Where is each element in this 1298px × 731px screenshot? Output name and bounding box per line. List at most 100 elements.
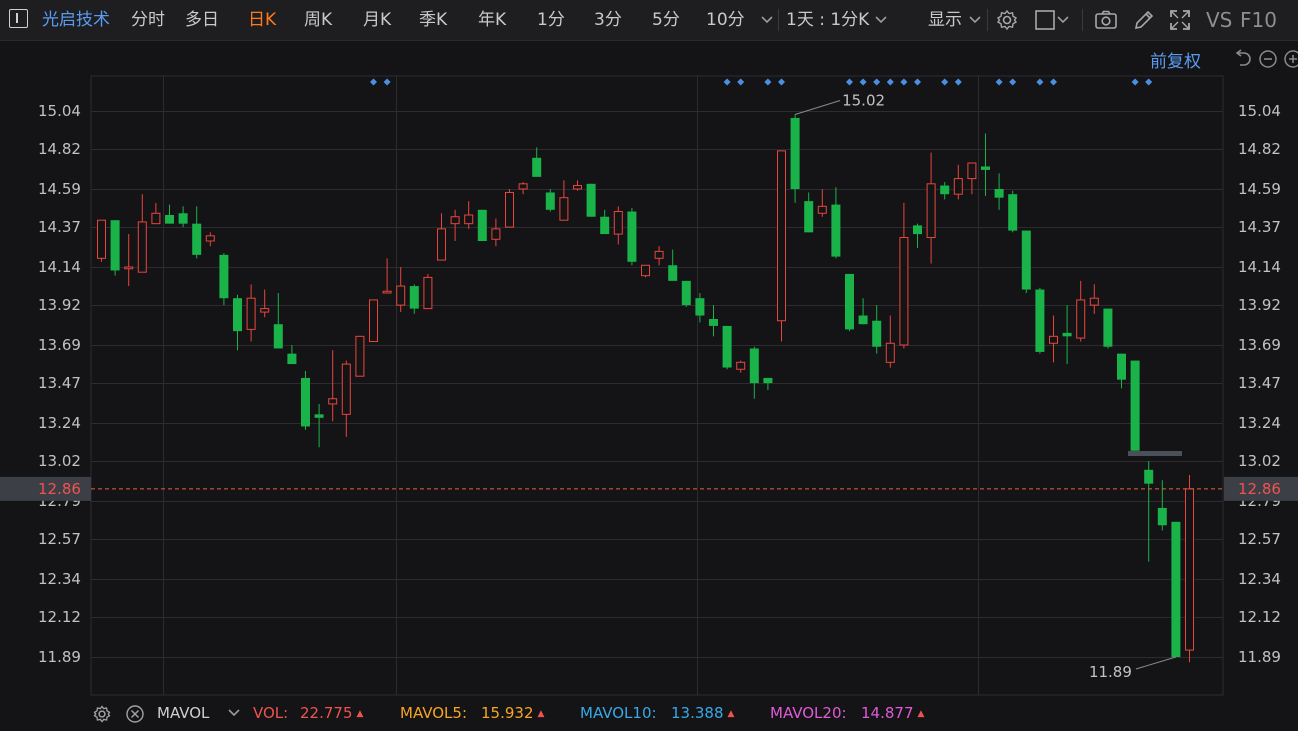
interval-selector[interactable]: 1天 : 1分K — [786, 0, 869, 40]
candle-up[interactable] — [613, 206, 623, 245]
candle-down[interactable] — [586, 183, 596, 217]
event-marker-icon[interactable] — [1036, 78, 1044, 86]
candle-down[interactable] — [681, 280, 691, 307]
tab-monthly-k[interactable]: 月K — [363, 0, 391, 40]
candle-down[interactable] — [287, 345, 297, 365]
event-marker-icon[interactable] — [737, 78, 745, 86]
event-marker-icon[interactable] — [914, 78, 921, 86]
candle-down[interactable] — [219, 253, 229, 306]
candle-down[interactable] — [940, 182, 950, 200]
candle-up[interactable] — [777, 150, 786, 342]
candle-down[interactable] — [314, 403, 324, 448]
gear-icon[interactable] — [92, 704, 112, 724]
candle-down[interactable] — [165, 204, 174, 224]
candle-up[interactable] — [97, 219, 106, 262]
candle-up[interactable] — [124, 234, 134, 287]
candle-down[interactable] — [749, 346, 759, 399]
candle-up[interactable] — [437, 213, 446, 261]
candle-down[interactable] — [477, 209, 487, 241]
menu-icon[interactable] — [9, 9, 28, 28]
candle-up[interactable] — [423, 273, 433, 310]
candle-down[interactable] — [233, 294, 242, 351]
gear-icon[interactable] — [995, 8, 1019, 32]
candlestick-chart[interactable]: 15.04 14.82 14.59 14.37 14.14 13.92 13.69 13.47… — [0, 40, 1298, 696]
tab-multi-day[interactable]: 多日 — [185, 0, 219, 40]
fullscreen-icon[interactable] — [1168, 8, 1192, 32]
candle-up[interactable] — [137, 194, 147, 273]
tab-3min[interactable]: 3分 — [594, 0, 622, 40]
candle-down[interactable] — [804, 192, 814, 233]
f10-button[interactable]: F10 — [1240, 0, 1277, 40]
candle-up[interactable] — [953, 164, 963, 200]
event-marker-icon[interactable] — [873, 78, 881, 86]
candle-up[interactable] — [559, 180, 569, 221]
chevron-down-icon[interactable] — [966, 8, 984, 32]
candle-down[interactable] — [872, 305, 882, 354]
stock-name[interactable]: 光启技术 — [42, 0, 110, 40]
candle-up[interactable] — [654, 246, 664, 266]
chevron-down-icon[interactable] — [227, 706, 241, 720]
candle-up[interactable] — [1089, 284, 1099, 314]
candle-down[interactable] — [1144, 461, 1154, 562]
event-marker-icon[interactable] — [995, 78, 1003, 86]
close-icon[interactable] — [125, 704, 145, 724]
event-markers[interactable] — [370, 78, 1153, 86]
candle-down[interactable] — [301, 371, 310, 430]
camera-icon[interactable] — [1094, 8, 1118, 32]
candle-down[interactable] — [1157, 480, 1167, 531]
candle-down[interactable] — [273, 293, 283, 349]
candle-down[interactable] — [1035, 287, 1045, 354]
candle-down[interactable] — [545, 189, 555, 212]
candle-up[interactable] — [885, 315, 895, 368]
event-marker-icon[interactable] — [1050, 78, 1057, 86]
candle-up[interactable] — [246, 284, 256, 342]
candle-down[interactable] — [845, 273, 854, 332]
candle-up[interactable] — [1185, 475, 1194, 663]
candle-up[interactable] — [260, 289, 270, 318]
event-marker-icon[interactable] — [383, 78, 391, 86]
candle-up[interactable] — [518, 182, 528, 195]
candle-down[interactable] — [409, 284, 419, 314]
candle-up[interactable] — [1076, 280, 1086, 342]
event-marker-icon[interactable] — [859, 78, 867, 86]
candle-up[interactable] — [573, 180, 582, 191]
event-marker-icon[interactable] — [954, 78, 962, 86]
tab-1min[interactable]: 1分 — [537, 0, 565, 40]
display-menu[interactable]: 显示 — [928, 0, 962, 40]
candle-up[interactable] — [736, 360, 746, 373]
event-marker-icon[interactable] — [1145, 78, 1153, 86]
event-marker-icon[interactable] — [764, 78, 772, 86]
candle-down[interactable] — [178, 206, 188, 228]
candle-up[interactable] — [450, 209, 460, 241]
candle-up[interactable] — [328, 350, 338, 422]
candle-up[interactable] — [369, 299, 378, 343]
candle-down[interactable] — [1103, 308, 1113, 349]
pencil-icon[interactable] — [1132, 8, 1156, 32]
candle-up[interactable] — [382, 258, 392, 294]
candle-down[interactable] — [858, 298, 868, 325]
candle-down[interactable] — [994, 173, 1004, 210]
tab-weekly-k[interactable]: 周K — [304, 0, 332, 40]
event-marker-icon[interactable] — [900, 78, 908, 86]
candle-up[interactable] — [899, 202, 909, 349]
candle-up[interactable] — [151, 202, 161, 225]
chevron-down-icon[interactable] — [758, 8, 776, 32]
tab-intraday[interactable]: 分时 — [131, 0, 165, 40]
candles[interactable] — [97, 114, 1194, 663]
candle-down[interactable] — [1021, 230, 1031, 293]
tab-daily-k[interactable]: 日K — [248, 0, 276, 40]
candle-up[interactable] — [355, 335, 365, 377]
candle-down[interactable] — [722, 325, 732, 370]
event-marker-icon[interactable] — [886, 78, 894, 86]
event-marker-icon[interactable] — [846, 78, 853, 86]
candle-down[interactable] — [110, 220, 120, 276]
candle-up[interactable] — [396, 267, 406, 313]
tab-10min[interactable]: 10分 — [706, 0, 745, 40]
candle-down[interactable] — [695, 293, 705, 323]
indicator-name[interactable]: MAVOL — [157, 696, 209, 730]
tab-yearly-k[interactable]: 年K — [478, 0, 506, 40]
candle-down[interactable] — [709, 305, 718, 337]
candle-down[interactable] — [913, 223, 922, 248]
event-marker-icon[interactable] — [1131, 78, 1139, 86]
candle-down[interactable] — [1008, 190, 1018, 233]
